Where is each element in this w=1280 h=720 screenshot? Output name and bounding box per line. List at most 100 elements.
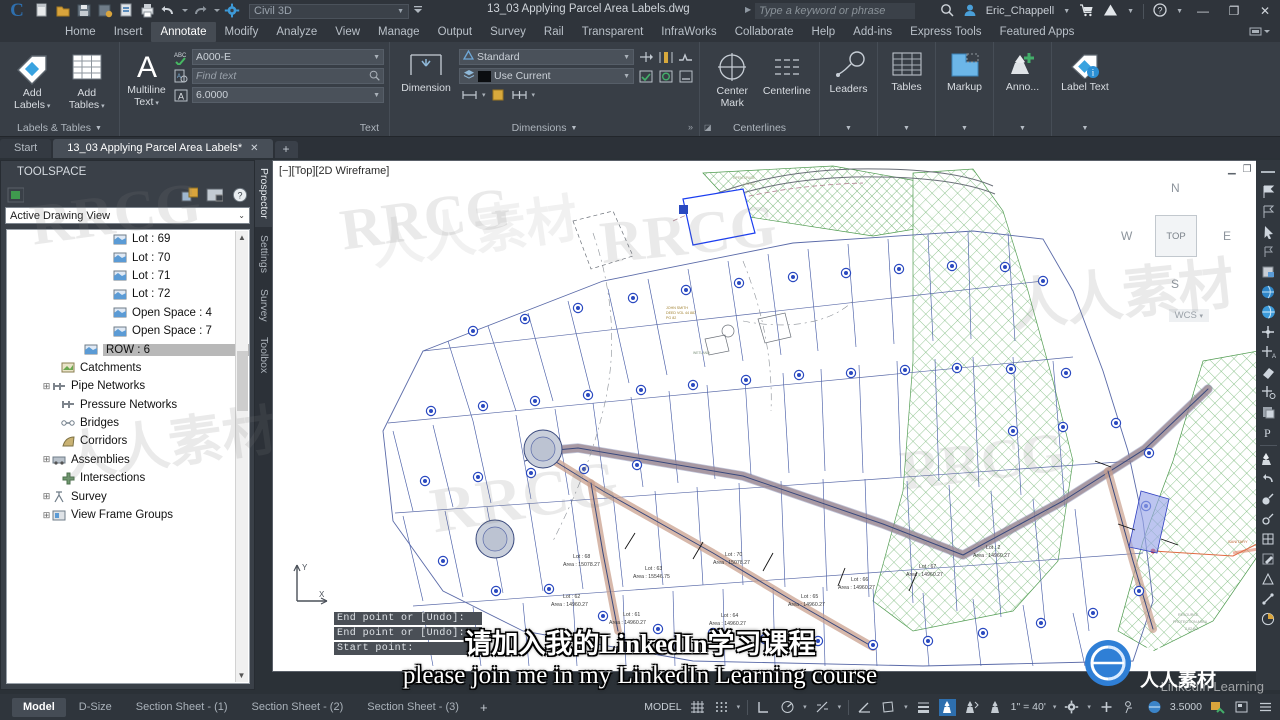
angle-snap-icon[interactable] — [856, 699, 873, 716]
add-layout-button[interactable]: + — [472, 700, 496, 715]
autodesk-menu-caret-icon[interactable]: ▼ — [1127, 8, 1134, 15]
autoscale-icon[interactable] — [963, 699, 980, 716]
text-style-combo[interactable]: A000-E ▼ — [192, 49, 384, 65]
spell-check-icon[interactable]: ABC — [172, 49, 189, 65]
panel-title-markup[interactable]: ▼ — [936, 121, 993, 136]
active-drawing-view-selector[interactable]: Active Drawing View ⌄ — [5, 207, 250, 224]
label-text-button[interactable]: i Label Text — [1057, 48, 1113, 93]
dim-reassociate-icon[interactable] — [657, 68, 674, 84]
drawing-canvas[interactable]: JOHN SMITH DEED VOL 44 887 PG 82 WETLAND… — [272, 160, 1272, 672]
flag-outline-icon[interactable] — [1258, 203, 1278, 221]
help-menu-caret-icon[interactable]: ▼ — [1176, 8, 1183, 15]
user-menu-caret-icon[interactable]: ▼ — [1063, 8, 1070, 15]
tree-item-assemblies[interactable]: ⊞ Assemblies — [7, 451, 249, 469]
command-line-row[interactable]: End point or [Undo]: — [334, 627, 482, 640]
layout-tab-section-sheet-3[interactable]: Section Sheet - (3) — [356, 698, 470, 717]
layout-tab-section-sheet-2[interactable]: Section Sheet - (2) — [241, 698, 355, 717]
chevron-down-icon[interactable]: ▾ — [482, 91, 486, 99]
find-text-icon[interactable]: A — [172, 68, 189, 84]
scroll-down-button[interactable]: ▼ — [236, 669, 247, 682]
fullscreen-icon[interactable] — [1233, 699, 1250, 716]
app-logo-icon[interactable]: C — [4, 1, 30, 21]
flag-solid-icon[interactable] — [1258, 183, 1278, 201]
map-layers-icon[interactable] — [1258, 263, 1278, 281]
open-icon[interactable] — [55, 3, 73, 19]
panel-title-dimensions[interactable]: Dimensions ▼ » — [390, 121, 699, 136]
toolspace-tab-prospector[interactable]: Prospector — [255, 160, 272, 227]
clean-screen-icon[interactable] — [1209, 699, 1226, 716]
settings-node-icon[interactable] — [1258, 383, 1278, 401]
multiline-text-button[interactable]: A Multiline Text ▾ — [125, 47, 168, 110]
paste-icon[interactable] — [1258, 403, 1278, 421]
dim-update-icon[interactable] — [637, 68, 654, 84]
help-icon[interactable]: ? — [231, 187, 248, 203]
restore-button[interactable]: ❐ — [1223, 4, 1245, 18]
tree-item-catchments[interactable]: Catchments — [7, 359, 249, 377]
ribbon-tab-rail[interactable]: Rail — [535, 22, 573, 42]
ribbon-tab-express-tools[interactable]: Express Tools — [901, 22, 990, 42]
scroll-up-button[interactable]: ▲ — [236, 231, 248, 244]
viewcube-north-label[interactable]: N — [1171, 181, 1180, 195]
dim-multileader-icon[interactable] — [490, 87, 507, 103]
toolspace-tab-toolbox[interactable]: Toolbox — [255, 329, 272, 381]
parcel-p-icon[interactable]: P — [1258, 423, 1278, 441]
marker-tool-icon[interactable] — [1258, 510, 1278, 528]
ribbon-tab-collaborate[interactable]: Collaborate — [726, 22, 803, 42]
document-dropdown-caret-icon[interactable]: ▶ — [745, 5, 751, 14]
pie-tool-icon[interactable] — [1258, 610, 1278, 628]
command-line[interactable]: End point or [Undo]: End point or [Undo]:… — [334, 612, 482, 657]
lineweight-icon[interactable] — [915, 699, 932, 716]
minimize-button[interactable]: — — [1192, 4, 1214, 18]
command-line-row[interactable]: End point or [Undo]: — [334, 612, 482, 625]
object-snap-caret-icon[interactable]: ▾ — [904, 703, 908, 711]
lineweight-value[interactable]: 3.5000 — [1170, 701, 1202, 713]
viewcube-east-label[interactable]: E — [1223, 229, 1231, 243]
toggle-palette-icon[interactable] — [7, 187, 24, 203]
drawing-tab-13-03-applying-parcel-area-labels[interactable]: 13_03 Applying Parcel Area Labels* ✕ — [53, 139, 273, 158]
expander-plus-icon[interactable]: ⊞ — [41, 510, 52, 521]
ribbon-tab-insert[interactable]: Insert — [105, 22, 152, 42]
viewport-minimize-icon[interactable]: ▁ — [1228, 164, 1236, 175]
ribbon-tab-view[interactable]: View — [326, 22, 369, 42]
search-icon[interactable] — [940, 3, 954, 20]
space-mode-toggle[interactable]: MODEL — [644, 701, 681, 713]
centerline-button[interactable]: Centerline — [761, 48, 813, 97]
annotation-scale-value[interactable]: 1" = 40' — [1011, 701, 1046, 713]
user-name[interactable]: Eric_Chappell — [986, 5, 1054, 17]
ribbon-tab-infraworks[interactable]: InfraWorks — [652, 22, 725, 42]
dimension-button[interactable]: Dimension — [395, 47, 457, 94]
autodesk-logo-icon[interactable] — [1103, 3, 1118, 20]
leaders-button[interactable]: Leaders — [825, 48, 872, 95]
tree-item-lot-71[interactable]: Lot : 71 — [7, 267, 249, 285]
tree-item-open-space-7[interactable]: Open Space : 7 — [7, 322, 249, 340]
viewcube-top-face[interactable]: TOP — [1155, 215, 1197, 257]
layout-tab-d-size[interactable]: D-Size — [68, 698, 123, 717]
expander-plus-icon[interactable]: ⊞ — [41, 491, 52, 502]
saveas-icon[interactable] — [97, 3, 115, 19]
close-button[interactable]: ✕ — [1254, 4, 1276, 18]
tree-item-survey[interactable]: ⊞ Survey — [7, 487, 249, 505]
tree-item-view-frame-groups[interactable]: ⊞ View Frame Groups — [7, 506, 249, 524]
workspace-gear-icon[interactable] — [224, 3, 242, 19]
tree-item-lot-70[interactable]: Lot : 70 — [7, 248, 249, 266]
dim-jog-line-icon[interactable] — [677, 49, 694, 65]
dim-oblique-icon[interactable] — [677, 68, 694, 84]
tables-button[interactable]: Tables — [883, 48, 930, 93]
osnap-track-caret-icon[interactable]: ▾ — [838, 703, 842, 711]
annotation-tool-icon[interactable] — [1258, 450, 1278, 468]
flag-small-icon[interactable] — [1258, 243, 1278, 261]
toolspace-tab-survey[interactable]: Survey — [255, 281, 272, 330]
toolspace-tab-settings[interactable]: Settings — [255, 227, 272, 281]
item-preview-icon[interactable] — [206, 187, 223, 203]
drawing-tab-start[interactable]: Start — [0, 139, 52, 158]
panel-title-labels-tables[interactable]: Labels & Tables ▼ — [0, 121, 119, 136]
user-avatar-icon[interactable] — [963, 3, 977, 20]
pointer-icon[interactable] — [1258, 223, 1278, 241]
panel-title-text[interactable]: Text — [120, 121, 389, 136]
tree-item-pipe-networks[interactable]: ⊞ Pipe Networks — [7, 377, 249, 395]
globe-icon[interactable] — [1258, 303, 1278, 321]
polar-tracking-icon[interactable] — [779, 699, 796, 716]
tree-item-lot-72[interactable]: Lot : 72 — [7, 285, 249, 303]
workspace-switch-icon[interactable] — [1063, 699, 1080, 716]
ribbon-tab-home[interactable]: Home — [56, 22, 105, 42]
